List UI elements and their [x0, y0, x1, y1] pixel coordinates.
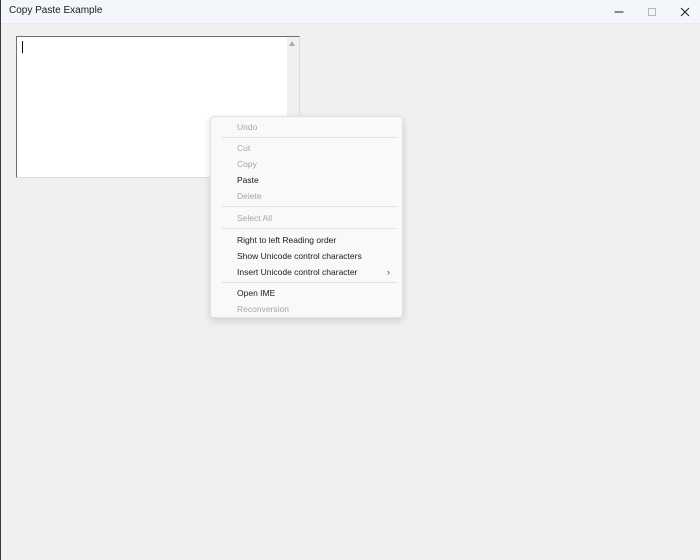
menu-item-paste[interactable]: Paste	[237, 175, 259, 185]
menu-separator	[222, 228, 397, 229]
close-button[interactable]	[668, 0, 700, 23]
context-menu: Undo Cut Copy Paste Delete Select All Ri…	[210, 116, 403, 318]
menu-item-show-unicode-control-chars[interactable]: Show Unicode control characters	[237, 251, 362, 261]
menu-item-delete[interactable]: Delete	[237, 191, 262, 201]
menu-item-select-all[interactable]: Select All	[237, 213, 272, 223]
minimize-icon	[614, 11, 624, 12]
menu-item-undo[interactable]: Undo	[237, 122, 257, 132]
menu-item-copy[interactable]: Copy	[237, 159, 257, 169]
menu-separator	[222, 206, 397, 207]
maximize-icon	[648, 7, 656, 16]
scroll-up-arrow-icon[interactable]	[289, 41, 295, 46]
app-window: Copy Paste Example Undo Cut Copy Paste D…	[0, 0, 700, 560]
menu-item-reconversion[interactable]: Reconversion	[237, 304, 289, 314]
menu-item-open-ime[interactable]: Open IME	[237, 288, 275, 298]
window-title: Copy Paste Example	[9, 5, 103, 16]
chevron-right-icon: ›	[387, 267, 390, 277]
menu-item-rtl-reading-order[interactable]: Right to left Reading order	[237, 235, 336, 245]
menu-separator	[222, 137, 397, 138]
menu-separator	[222, 282, 397, 283]
close-icon	[680, 7, 690, 16]
maximize-button[interactable]	[635, 0, 669, 23]
minimize-button[interactable]	[602, 0, 636, 23]
menu-item-cut[interactable]: Cut	[237, 143, 250, 153]
menu-item-insert-unicode-control-char[interactable]: Insert Unicode control character	[237, 267, 357, 277]
title-bar[interactable]: Copy Paste Example	[1, 0, 700, 24]
text-caret	[22, 41, 23, 53]
